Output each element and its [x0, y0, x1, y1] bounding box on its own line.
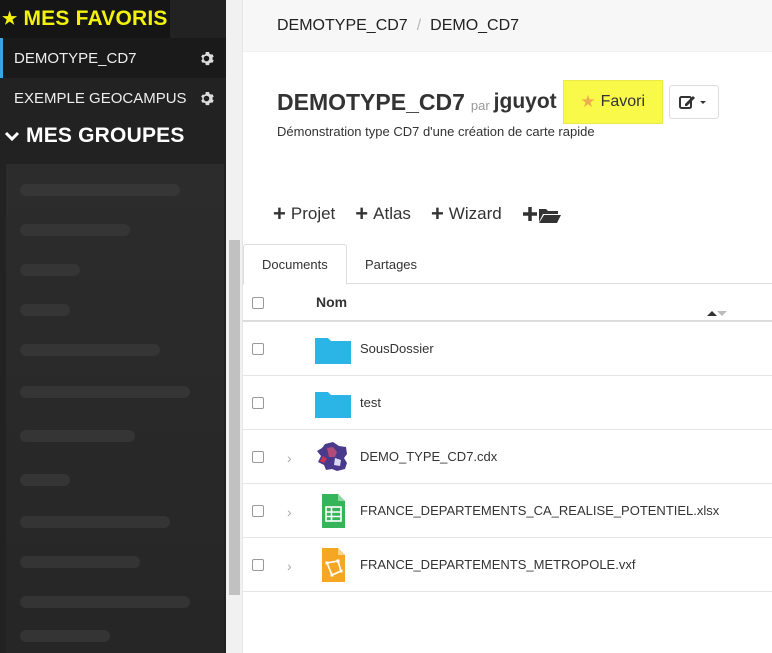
breadcrumb-item-current: DEMO_CD7: [430, 16, 520, 34]
author-name: jguyot: [493, 90, 557, 113]
row-checkbox[interactable]: [252, 559, 264, 571]
row-checkbox[interactable]: [252, 451, 264, 463]
tab-documents[interactable]: Documents: [243, 244, 347, 285]
breadcrumb-separator: /: [416, 16, 422, 34]
documents-table: Nom SousDossier test › DEMO_TYPE_CD7.cdx…: [243, 284, 772, 592]
plus-icon: +: [355, 201, 369, 226]
file-name[interactable]: DEMO_TYPE_CD7.cdx: [360, 449, 497, 464]
table-header: Nom: [243, 284, 772, 322]
table-row[interactable]: › DEMO_TYPE_CD7.cdx: [243, 430, 772, 484]
gear-icon[interactable]: [199, 51, 214, 66]
vector-file-icon: [322, 548, 345, 582]
map-thumbnail-icon: [317, 442, 347, 471]
breadcrumb: DEMOTYPE_CD7 / DEMO_CD7: [243, 0, 772, 52]
chevron-right-icon[interactable]: ›: [287, 504, 292, 520]
breadcrumb-item-parent[interactable]: DEMOTYPE_CD7: [277, 17, 408, 35]
tab-partages[interactable]: Partages: [347, 244, 435, 285]
gear-icon[interactable]: [199, 91, 214, 106]
toolbar: + Projet + Atlas + Wizard: [273, 203, 582, 225]
add-folder-icon: [522, 207, 561, 223]
add-folder-button[interactable]: [522, 204, 562, 224]
file-name[interactable]: FRANCE_DEPARTEMENTS_CA_REALISE_POTENTIEL…: [360, 503, 719, 518]
sort-icon[interactable]: [705, 309, 727, 317]
add-project-label: Projet: [290, 204, 336, 223]
row-checkbox[interactable]: [252, 397, 264, 409]
folder-icon: [315, 338, 351, 364]
add-wizard-label: Wizard: [448, 204, 502, 223]
column-header-name[interactable]: Nom: [316, 294, 347, 310]
scrollbar-thumb[interactable]: [229, 240, 240, 595]
favorite-button-label: Favori: [600, 93, 646, 110]
table-row[interactable]: › FRANCE_DEPARTEMENTS_METROPOLE.vxf: [243, 538, 772, 592]
table-row[interactable]: test: [243, 376, 772, 430]
project-description: Démonstration type CD7 d'une création de…: [277, 124, 595, 139]
groups-list-blurred: [6, 164, 224, 653]
favorite-item-demotype[interactable]: DEMOTYPE_CD7: [0, 38, 226, 78]
table-row[interactable]: › FRANCE_DEPARTEMENTS_CA_REALISE_POTENTI…: [243, 484, 772, 538]
plus-icon: +: [273, 201, 286, 226]
tabs: Documents Partages: [243, 244, 772, 285]
plus-icon: +: [430, 201, 444, 226]
add-atlas-button[interactable]: + Atlas: [355, 203, 411, 225]
file-name[interactable]: SousDossier: [360, 341, 434, 356]
by-label: par: [470, 97, 490, 113]
chevron-down-icon: [4, 131, 20, 142]
add-atlas-label: Atlas: [373, 204, 411, 223]
row-checkbox[interactable]: [252, 343, 264, 355]
favorite-item-label: EXEMPLE GEOCAMPUS: [14, 89, 187, 107]
groups-title: MES GROUPES: [26, 124, 185, 147]
star-icon: ★: [2, 9, 18, 28]
file-name[interactable]: test: [360, 395, 381, 410]
groups-header[interactable]: MES GROUPES: [0, 121, 226, 151]
title-row: DEMOTYPE_CD7 par jguyot ★ Favori: [277, 80, 719, 124]
chevron-right-icon[interactable]: ›: [287, 450, 292, 466]
add-wizard-button[interactable]: + Wizard: [431, 203, 502, 225]
favorites-header[interactable]: ★ MES FAVORIS: [0, 0, 170, 38]
chevron-right-icon[interactable]: ›: [287, 558, 292, 574]
add-project-button[interactable]: + Projet: [273, 203, 335, 225]
favorite-item-label: DEMOTYPE_CD7: [14, 49, 137, 67]
sidebar: ★ MES FAVORIS DEMOTYPE_CD7 EXEMPLE GEOCA…: [0, 0, 226, 653]
folder-icon: [315, 392, 351, 418]
select-all-checkbox[interactable]: [252, 297, 264, 309]
star-icon: ★: [580, 92, 596, 111]
file-name[interactable]: FRANCE_DEPARTEMENTS_METROPOLE.vxf: [360, 557, 635, 572]
favorites-title: MES FAVORIS: [23, 7, 168, 30]
page-title: DEMOTYPE_CD7: [277, 88, 465, 115]
app-window: ★ MES FAVORIS DEMOTYPE_CD7 EXEMPLE GEOCA…: [0, 0, 772, 653]
favorite-button[interactable]: ★ Favori: [562, 80, 663, 124]
table-row[interactable]: SousDossier: [243, 322, 772, 376]
edit-icon: [678, 96, 706, 109]
main-content: DEMOTYPE_CD7 / DEMO_CD7 DEMOTYPE_CD7 par…: [243, 0, 772, 653]
spreadsheet-icon: [322, 494, 345, 528]
row-checkbox[interactable]: [252, 505, 264, 517]
favorite-item-geocampus[interactable]: EXEMPLE GEOCAMPUS: [0, 78, 226, 118]
edit-dropdown-button[interactable]: [668, 85, 719, 119]
